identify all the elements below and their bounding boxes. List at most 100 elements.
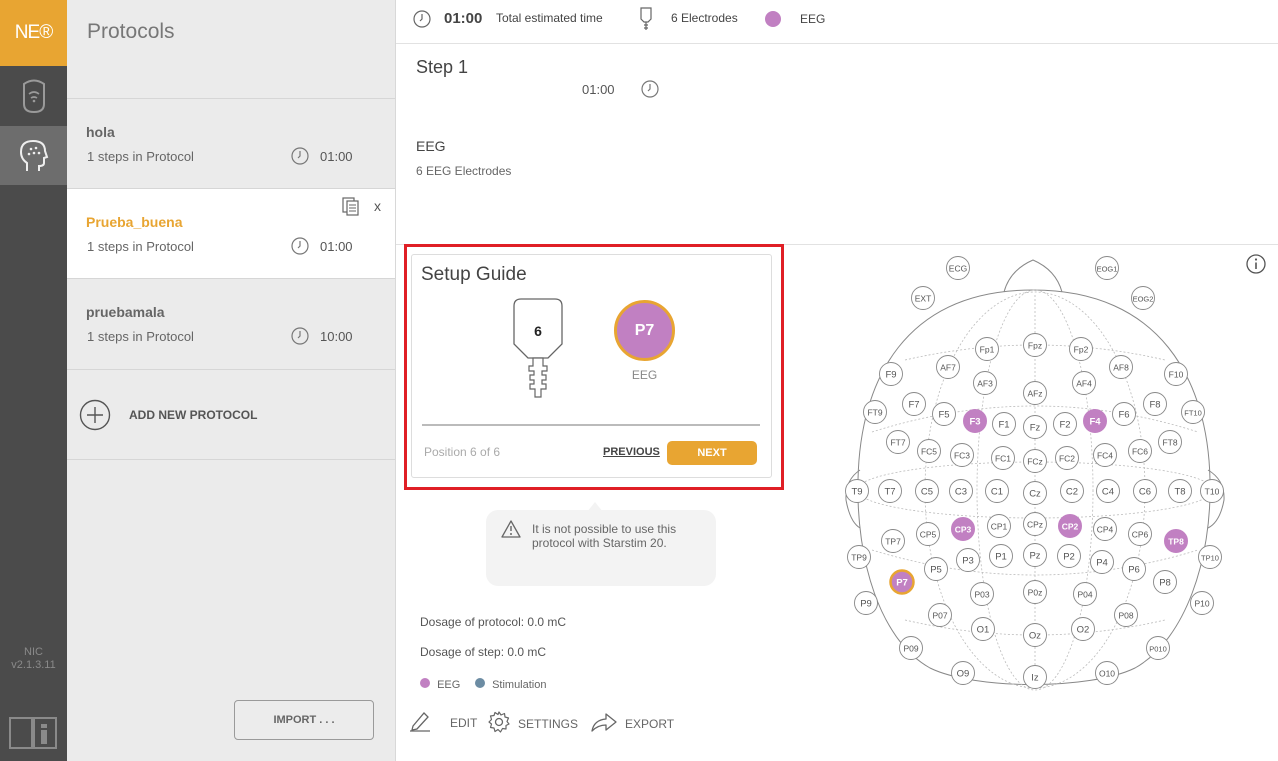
electrode-f7[interactable]: F7 (902, 392, 926, 416)
electrode-p8[interactable]: P8 (1153, 570, 1177, 594)
electrode-t8[interactable]: T8 (1168, 479, 1192, 503)
device-nav-button[interactable] (0, 66, 67, 125)
next-button[interactable]: NEXT (667, 441, 757, 465)
electrode-f1[interactable]: F1 (992, 412, 1016, 436)
electrode-af8[interactable]: AF8 (1109, 355, 1133, 379)
electrode-p010[interactable]: P010 (1146, 636, 1170, 660)
electrode-fc1[interactable]: FC1 (991, 446, 1015, 470)
electrode-p5[interactable]: P5 (924, 557, 948, 581)
add-protocol-row[interactable]: ADD NEW PROTOCOL (67, 369, 395, 460)
electrode-cpz[interactable]: CPz (1023, 512, 1047, 536)
electrode-af4[interactable]: AF4 (1072, 371, 1096, 395)
electrode-p10[interactable]: P10 (1190, 591, 1214, 615)
previous-button[interactable]: PREVIOUS (603, 446, 660, 458)
electrode-t9[interactable]: T9 (845, 479, 869, 503)
electrode-f2[interactable]: F2 (1053, 412, 1077, 436)
electrode-p3[interactable]: P3 (956, 548, 980, 572)
electrode-p6[interactable]: P6 (1122, 557, 1146, 581)
electrode-p09[interactable]: P09 (899, 636, 923, 660)
electrode-f8[interactable]: F8 (1143, 392, 1167, 416)
electrode-fc4[interactable]: FC4 (1093, 443, 1117, 467)
electrode-ft8[interactable]: FT8 (1158, 430, 1182, 454)
electrode-ext[interactable]: EXT (911, 286, 935, 310)
info-icon[interactable] (1246, 254, 1266, 274)
electrode-c5[interactable]: C5 (915, 479, 939, 503)
electrode-iz[interactable]: Iz (1023, 665, 1047, 689)
electrode-p03[interactable]: P03 (970, 582, 994, 606)
protocol-item-hola[interactable]: hola 1 steps in Protocol 01:00 (67, 98, 395, 188)
electrode-f6[interactable]: F6 (1112, 402, 1136, 426)
electrode-c4[interactable]: C4 (1096, 479, 1120, 503)
electrode-p04[interactable]: P04 (1073, 582, 1097, 606)
electrode-p07[interactable]: P07 (928, 603, 952, 627)
electrode-fc5[interactable]: FC5 (917, 439, 941, 463)
edit-action[interactable]: EDIT (409, 710, 477, 737)
electrode-fcz[interactable]: FCz (1023, 449, 1047, 473)
electrode-c1[interactable]: C1 (985, 479, 1009, 503)
electrode-fc2[interactable]: FC2 (1055, 446, 1079, 470)
electrode-eog1[interactable]: EOG1 (1095, 256, 1119, 280)
electrode-p1[interactable]: P1 (989, 544, 1013, 568)
electrode-ft10[interactable]: FT10 (1181, 400, 1205, 424)
electrode-f4[interactable]: F4 (1083, 409, 1107, 433)
manual-button[interactable] (8, 714, 58, 755)
electrode-pz[interactable]: Pz (1023, 543, 1047, 567)
electrode-o1[interactable]: O1 (971, 617, 995, 641)
electrode-cp2[interactable]: CP2 (1058, 514, 1082, 538)
electrode-eog2[interactable]: EOG2 (1131, 286, 1155, 310)
electrode-tp7[interactable]: TP7 (881, 529, 905, 553)
app-logo[interactable]: NE® (0, 0, 67, 66)
electrode-fp1[interactable]: Fp1 (975, 337, 999, 361)
electrode-f9[interactable]: F9 (879, 362, 903, 386)
electrode-p9[interactable]: P9 (854, 591, 878, 615)
electrode-p08[interactable]: P08 (1114, 603, 1138, 627)
electrode-ft9[interactable]: FT9 (863, 400, 887, 424)
electrode-c2[interactable]: C2 (1060, 479, 1084, 503)
electrode-af3[interactable]: AF3 (973, 371, 997, 395)
electrode-p2[interactable]: P2 (1057, 544, 1081, 568)
electrode-oz[interactable]: Oz (1023, 623, 1047, 647)
electrode-afz[interactable]: AFz (1023, 381, 1047, 405)
electrode-f10[interactable]: F10 (1164, 362, 1188, 386)
electrode-p4[interactable]: P4 (1090, 550, 1114, 574)
electrode-label: FT9 (867, 408, 882, 418)
electrode-fz[interactable]: Fz (1023, 415, 1047, 439)
electrode-fc3[interactable]: FC3 (950, 443, 974, 467)
electrode-cp6[interactable]: CP6 (1128, 522, 1152, 546)
electrode-tp8[interactable]: TP8 (1164, 529, 1188, 553)
electrode-fp2[interactable]: Fp2 (1069, 337, 1093, 361)
electrode-label: P04 (1077, 590, 1092, 600)
protocols-nav-button[interactable] (0, 126, 67, 185)
close-button[interactable]: x (374, 198, 381, 214)
electrode-o2[interactable]: O2 (1071, 617, 1095, 641)
electrode-tp10[interactable]: TP10 (1198, 545, 1222, 569)
electrode-f3[interactable]: F3 (963, 409, 987, 433)
electrode-cp4[interactable]: CP4 (1093, 517, 1117, 541)
electrode-tp9[interactable]: TP9 (847, 545, 871, 569)
settings-action[interactable]: SETTINGS (488, 711, 578, 738)
protocol-item-pruebamala[interactable]: pruebamala 1 steps in Protocol 10:00 (67, 278, 395, 368)
electrode-c3[interactable]: C3 (949, 479, 973, 503)
import-button[interactable]: IMPORT . . . (234, 700, 374, 740)
electrode-f5[interactable]: F5 (932, 402, 956, 426)
electrode-p0z[interactable]: P0z (1023, 580, 1047, 604)
electrode-fc6[interactable]: FC6 (1128, 439, 1152, 463)
electrode-cz[interactable]: Cz (1023, 481, 1047, 505)
electrode-cp3[interactable]: CP3 (951, 517, 975, 541)
electrode-label: CP1 (991, 522, 1008, 532)
export-action[interactable]: EXPORT (591, 711, 674, 738)
protocol-item-prueba-buena[interactable]: x Prueba_buena 1 steps in Protocol 01:00 (67, 188, 395, 278)
copy-icon[interactable] (341, 196, 361, 216)
electrode-cp5[interactable]: CP5 (916, 522, 940, 546)
electrode-o9[interactable]: O9 (951, 661, 975, 685)
electrode-fpz[interactable]: Fpz (1023, 333, 1047, 357)
electrode-cp1[interactable]: CP1 (987, 514, 1011, 538)
electrode-t7[interactable]: T7 (878, 479, 902, 503)
electrode-ecg[interactable]: ECG (946, 256, 970, 280)
electrode-af7[interactable]: AF7 (936, 355, 960, 379)
electrode-t10[interactable]: T10 (1200, 479, 1224, 503)
electrode-p7[interactable]: P7 (889, 569, 915, 595)
electrode-o10[interactable]: O10 (1095, 661, 1119, 685)
electrode-ft7[interactable]: FT7 (886, 430, 910, 454)
electrode-c6[interactable]: C6 (1133, 479, 1157, 503)
